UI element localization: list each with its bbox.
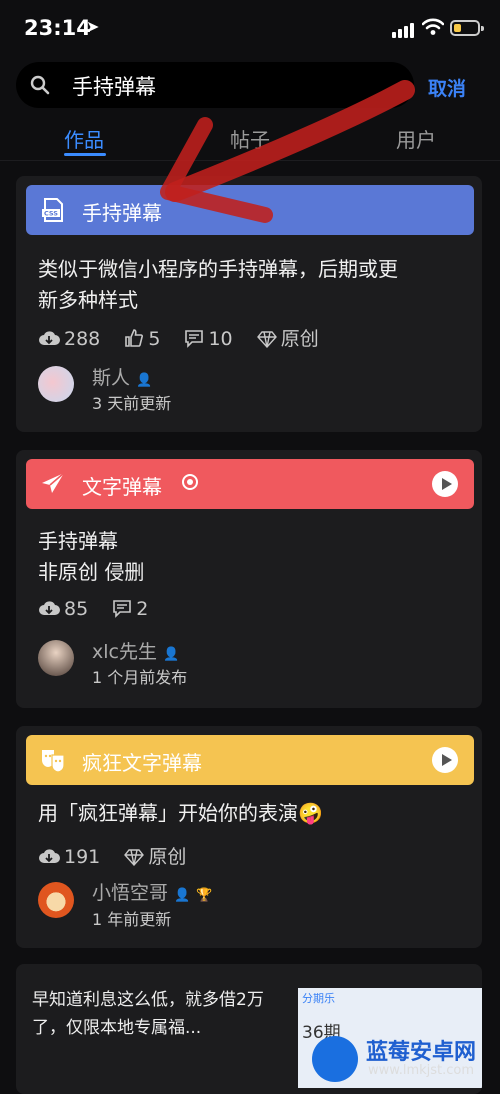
cloud-download-icon bbox=[39, 331, 60, 345]
verified-user-icon: 👤 bbox=[174, 888, 191, 903]
update-time: 3 天前更新 bbox=[92, 394, 172, 413]
paper-plane-icon bbox=[42, 472, 65, 493]
card-title: 文字弹幕 bbox=[82, 475, 162, 499]
avatar[interactable] bbox=[38, 882, 74, 918]
comment-icon bbox=[185, 330, 204, 348]
cloud-download-icon bbox=[39, 601, 60, 615]
downloads-stat: 85 bbox=[38, 598, 88, 620]
author-name[interactable]: 小悟空哥 👤 🏆 bbox=[92, 878, 212, 905]
card-description: 用「疯狂弹幕」开始你的表演🤪 bbox=[38, 801, 323, 825]
ad-text: 早知道利息这么低，就多借2万了，仅限本地专属福... bbox=[32, 990, 264, 1038]
red-arrow-annotation bbox=[160, 80, 415, 223]
trophy-icon: 🏆 bbox=[196, 888, 213, 903]
watermark-logo-icon bbox=[312, 1036, 358, 1082]
verified-user-icon: 👤 bbox=[162, 647, 180, 662]
watermark: 蓝莓安卓网 www.lmkjst.com bbox=[312, 1032, 492, 1084]
result-card[interactable]: 疯狂文字弹幕 用「疯狂弹幕」开始你的表演🤪 191 原创 小悟空哥 👤 🏆 1 年前… bbox=[16, 726, 482, 948]
author-name[interactable]: xlc先生 👤 bbox=[92, 637, 179, 664]
verified-user-icon: 👤 bbox=[136, 373, 153, 388]
downloads-stat: 191 bbox=[38, 846, 100, 868]
update-time: 1 个月前发布 bbox=[92, 668, 188, 687]
theater-masks-icon bbox=[42, 750, 65, 773]
original-tag: 原创 bbox=[256, 324, 319, 351]
card-title: 疯狂文字弹幕 bbox=[82, 751, 202, 775]
update-time: 1 年前更新 bbox=[92, 910, 172, 929]
record-icon bbox=[182, 474, 198, 490]
likes-stat: 5 bbox=[124, 328, 160, 350]
original-tag: 原创 bbox=[124, 842, 186, 869]
comment-icon bbox=[113, 600, 132, 618]
avatar[interactable] bbox=[38, 366, 74, 402]
card-stats: 85 2 bbox=[38, 598, 166, 622]
diamond-icon bbox=[124, 849, 145, 867]
result-card[interactable]: 文字弹幕 手持弹幕 非原创 侵删 85 2 xlc先生 👤 1 个月前发布 bbox=[16, 450, 482, 708]
card-banner[interactable]: 文字弹幕 bbox=[26, 459, 474, 509]
thumbs-up-icon bbox=[125, 329, 144, 347]
cloud-download-icon bbox=[39, 849, 60, 863]
downloads-stat: 288 bbox=[38, 328, 100, 350]
card-banner[interactable]: 疯狂文字弹幕 bbox=[26, 735, 474, 785]
play-button[interactable] bbox=[432, 747, 458, 773]
comments-stat: 2 bbox=[112, 598, 148, 620]
card-stats: 191 原创 bbox=[38, 842, 204, 869]
avatar[interactable] bbox=[38, 640, 74, 676]
card-description: 手持弹幕 非原创 侵删 bbox=[38, 529, 145, 584]
diamond-icon bbox=[256, 331, 277, 349]
comments-stat: 10 bbox=[184, 328, 233, 350]
author-name[interactable]: 斯人 👤 bbox=[92, 363, 152, 390]
card-stats: 288 5 10 原创 bbox=[38, 324, 337, 351]
play-button[interactable] bbox=[432, 471, 458, 497]
